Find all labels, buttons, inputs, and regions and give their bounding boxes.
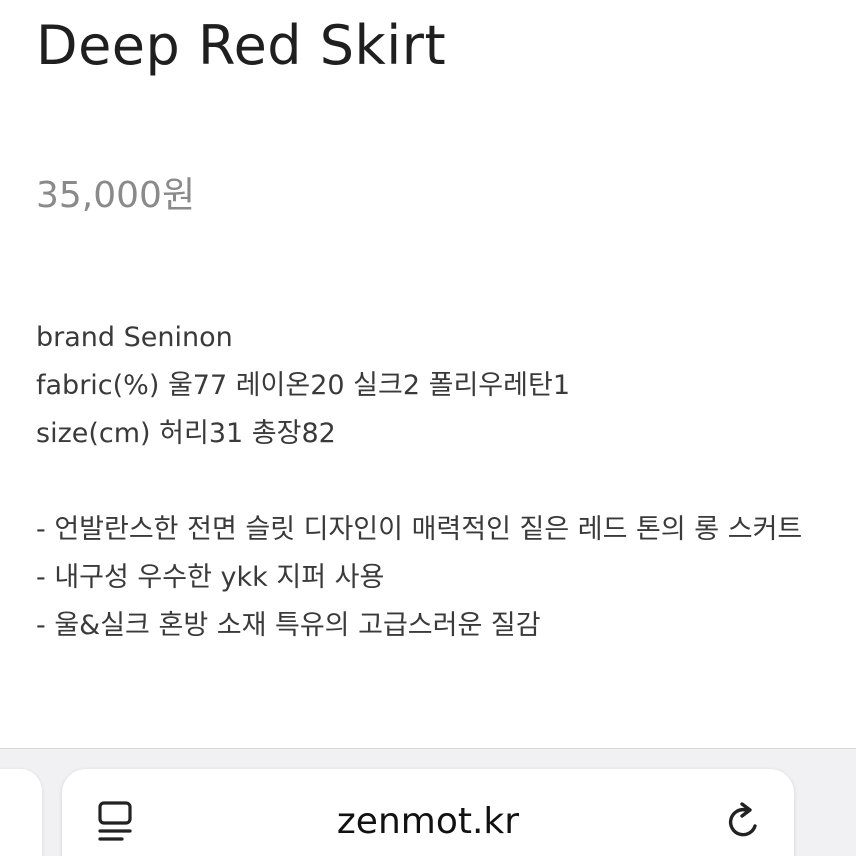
fabric-line: fabric(%) 울77 레이온20 실크2 폴리우레탄1 bbox=[36, 370, 570, 401]
url-text[interactable]: zenmot.kr bbox=[62, 799, 794, 845]
feature-point: - 내구성 우수한 ykk 지퍼 사용 bbox=[36, 562, 385, 593]
address-bar[interactable]: zenmot.kr bbox=[62, 769, 794, 856]
page: Deep Red Skirt 35,000원 brand Seninon fab… bbox=[0, 0, 856, 856]
feature-point: - 언발란스한 전면 슬릿 디자인이 매력적인 짙은 레드 톤의 롱 스커트 bbox=[36, 514, 803, 545]
product-price: 35,000원 bbox=[36, 175, 196, 216]
browser-toolbar: zenmot.kr bbox=[0, 748, 856, 856]
reload-icon[interactable] bbox=[724, 799, 764, 843]
feature-point: - 울&실크 혼방 소재 특유의 고급스러운 질감 bbox=[36, 610, 541, 641]
previous-tab-preview[interactable] bbox=[0, 769, 42, 856]
product-description: brand Seninon fabric(%) 울77 레이온20 실크2 폴리… bbox=[36, 314, 826, 650]
size-line: size(cm) 허리31 총장82 bbox=[36, 418, 336, 449]
product-title: Deep Red Skirt bbox=[36, 14, 447, 77]
brand-line: brand Seninon bbox=[36, 322, 233, 353]
